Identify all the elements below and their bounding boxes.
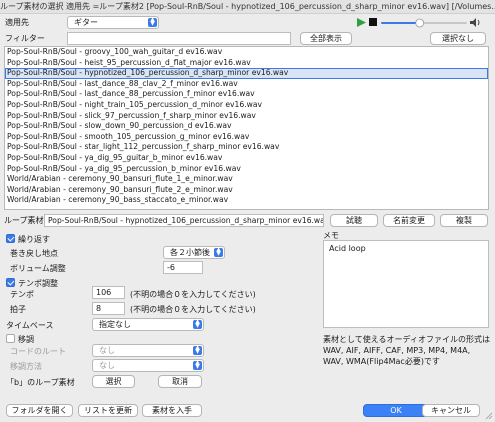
rewind-select[interactable]: 各２小節後 ▲ ▼ [163,246,225,259]
format-note: 素材として使えるオーディオファイルの形式は WAV, AIF, AIFF, CA… [323,335,490,366]
open-folder-button[interactable]: フォルダを開く [6,404,73,417]
filter-label: フィルター [5,34,45,43]
root-value: なし [99,346,115,355]
beat-hint: (不明の場合０を入力してください) [130,305,256,314]
memo-textarea[interactable]: Acid loop [323,240,489,328]
tempo-field[interactable]: 106 [92,286,125,299]
tempo-hint: (不明の場合０を入力してください) [130,290,256,299]
list-item[interactable]: Pop-Soul-RnB/Soul - hypnotized_106_percu… [5,68,488,79]
loop-label: ループ素材 [4,216,44,225]
loop-name-field[interactable]: Pop-Soul-RnB/Soul - hypnotized_106_percu… [44,214,324,227]
cancel-button[interactable]: キャンセル [422,404,480,417]
clear-b-loop-button[interactable]: 取消 [158,375,202,388]
chevron-updown-icon: ▲ ▼ [148,17,157,27]
transpose-label: 移調 [18,335,34,344]
volume-adjust-label: ボリューム調整 [10,264,66,273]
loop-select-dialog: ループ素材の選択 適用先 =ループ素材2 [Pop-Soul-RnB/Soul … [0,0,495,422]
loop-file-list[interactable]: Pop-Soul-RnB/Soul - groovy_100_wah_guita… [4,46,489,210]
chevron-updown-icon: ▲ ▼ [193,360,202,370]
b-loop-label: 「b」のループ素材 [6,378,75,387]
list-item[interactable]: Pop-Soul-RnB/Soul - night_train_105_perc… [5,100,488,111]
beat-label: 拍子 [10,305,26,314]
rewind-value: 各２小節後 [170,248,210,257]
apply-label: 適用先 [5,18,29,27]
root-select[interactable]: なし ▲ ▼ [92,344,204,357]
refresh-list-button[interactable]: リストを更新 [78,404,138,417]
audition-button[interactable]: 試聴 [330,214,378,227]
tempo-adjust-checkbox[interactable] [6,278,15,287]
filter-input[interactable] [67,32,291,45]
play-icon[interactable] [356,17,367,28]
get-loops-button[interactable]: 素材を入手 [142,404,202,417]
memo-text: Acid loop [329,244,366,253]
show-all-button[interactable]: 全部表示 [300,32,352,45]
chevron-updown-icon: ▲ ▼ [193,319,202,329]
list-item[interactable]: Pop-Soul-RnB/Soul - heist_95_percussion_… [5,58,488,69]
list-item[interactable]: Pop-Soul-RnB/Soul - slick_97_percussion_… [5,111,488,122]
timebase-select[interactable]: 指定なし ▲ ▼ [92,318,204,331]
list-item[interactable]: Pop-Soul-RnB/Soul - last_dance_88_percus… [5,89,488,100]
root-label: コードのルート [10,347,66,356]
chevron-updown-icon: ▲ ▼ [214,247,223,257]
chevron-updown-icon: ▲ ▼ [193,345,202,355]
resize-grip-icon[interactable] [484,411,493,420]
list-item[interactable]: Pop-Soul-RnB/Soul - slow_down_90_percuss… [5,121,488,132]
ok-button[interactable]: OK [363,404,429,417]
transpose-method-value: なし [99,361,115,370]
list-item[interactable]: World/Arabian - ceremony_90_bansuri_flut… [5,185,488,196]
rewind-label: 巻き戻し地点 [10,249,58,258]
rename-button[interactable]: 名前変更 [383,214,435,227]
tempo-label: テンポ [10,290,34,299]
repeat-checkbox[interactable] [6,234,15,243]
speaker-icon [470,18,480,27]
transpose-checkbox[interactable] [6,334,15,343]
list-item[interactable]: Pop-Soul-RnB/Soul - star_light_112_percu… [5,142,488,153]
deselect-button[interactable]: 選択なし [430,32,486,45]
timebase-label: タイムベース [6,321,54,330]
tempo-adjust-label: テンポ調整 [18,279,58,288]
window-title: ループ素材の選択 適用先 =ループ素材2 [Pop-Soul-RnB/Soul … [0,0,495,14]
repeat-label: 繰り返す [18,235,50,244]
transpose-method-select[interactable]: なし ▲ ▼ [92,359,204,372]
list-item[interactable]: Pop-Soul-RnB/Soul - groovy_100_wah_guita… [5,47,488,58]
volume-slider[interactable] [381,18,467,28]
timebase-value: 指定なし [99,320,131,329]
duplicate-button[interactable]: 複製 [440,214,488,227]
volume-adjust-field[interactable]: -6 [163,261,203,274]
list-item[interactable]: Pop-Soul-RnB/Soul - smooth_105_percussio… [5,132,488,143]
list-item[interactable]: Pop-Soul-RnB/Soul - last_dance_88_clav_2… [5,79,488,90]
apply-target-value: ギター [74,18,98,27]
list-item[interactable]: World/Arabian - ceremony_90_bansuri_flut… [5,174,488,185]
list-item[interactable]: Pop-Soul-RnB/Soul - ya_dig_95_guitar_b_m… [5,153,488,164]
apply-target-select[interactable]: ギター ▲ ▼ [67,16,159,29]
select-b-loop-button[interactable]: 選択 [92,375,135,388]
stop-icon[interactable] [369,18,378,27]
transpose-method-label: 移調方法 [10,362,42,371]
list-item[interactable]: Pop-Soul-RnB/Soul - ya_dig_95_percussion… [5,164,488,175]
beat-field[interactable]: 8 [92,302,125,315]
list-item[interactable]: World/Arabian - ceremony_90_bass_staccat… [5,195,488,206]
